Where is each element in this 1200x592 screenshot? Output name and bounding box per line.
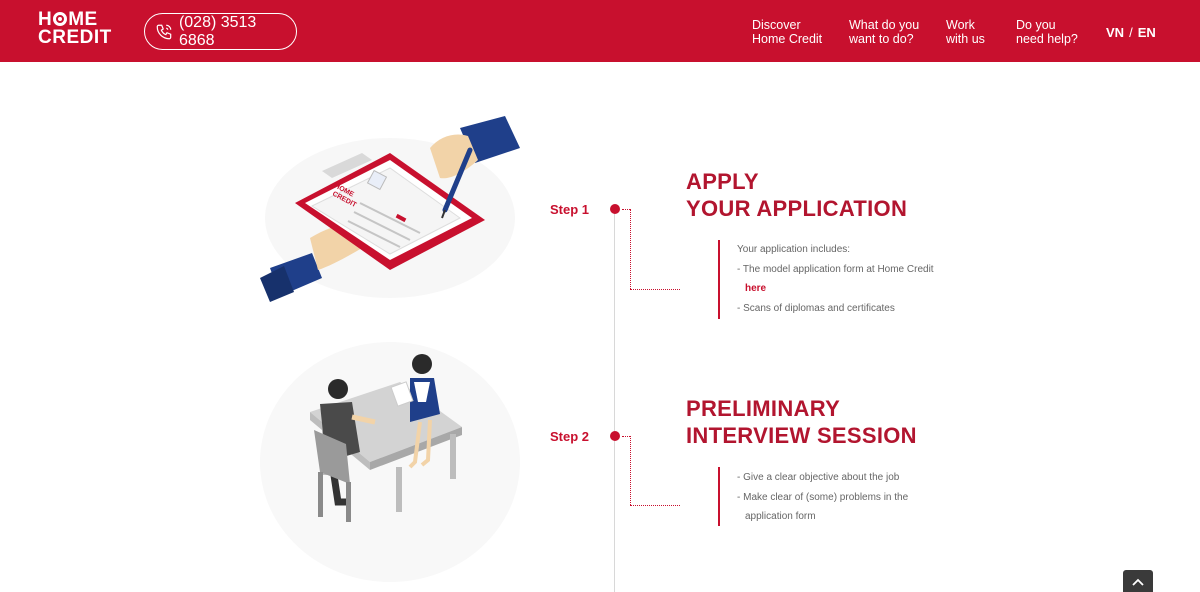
nav-discover-line2: Home Credit [752,32,823,46]
nav-help-line1: Do you [1016,18,1056,32]
step-2-title-line2: INTERVIEW SESSION [686,423,917,448]
step-2-connector-vertical [630,436,631,505]
step-1-item-1: - The model application form at Home Cre… [737,263,934,275]
scroll-to-top-button[interactable] [1123,570,1153,592]
step-2-accent-bar [718,467,720,526]
lang-separator: / [1129,25,1133,40]
nav-what-line2: want to do? [849,32,914,46]
step-2-title-line1: PRELIMINARY [686,396,841,421]
nav-need-help[interactable]: Do you need help? [1016,18,1078,46]
chevron-up-icon [1132,578,1144,586]
step-1-dot [610,204,620,214]
nav-what-to-do[interactable]: What do you want to do? [849,18,919,46]
site-header: H ME CREDIT (028) 3513 6868 Discover Home… [0,0,1200,62]
application-form-link[interactable]: here [745,283,766,294]
step-1-description: Your application includes: - The model a… [737,240,977,318]
logo-line-2: CREDIT [38,27,112,48]
step-2-connector-stub [622,436,630,437]
application-form-illustration: HOME CREDIT [260,116,520,302]
phone-button[interactable]: (028) 3513 6868 [144,13,297,50]
step-1-accent-bar [718,240,720,319]
lang-en[interactable]: EN [1138,25,1156,40]
nav-discover-line1: Discover [752,18,801,32]
step-1-title-line2: YOUR APPLICATION [686,196,908,221]
step-1-connector-stub [622,209,630,210]
step-1-title: APPLY YOUR APPLICATION [686,168,907,222]
step-1-label: Step 1 [550,202,590,217]
step-2-item-1: - Give a clear objective about the job [737,472,900,483]
nav-work-line2: with us [946,32,985,46]
timeline-line [614,209,615,592]
step-2-dot [610,431,620,441]
step-2-item-2: - Make clear of (some) problems in the [737,491,909,503]
step-2-description: - Give a clear objective about the job -… [737,468,977,527]
step-1-item-2: - Scans of diplomas and certificates [737,302,895,314]
nav-work-with-us[interactable]: Work with us [946,18,985,46]
nav-work-line1: Work [946,18,975,32]
step-1-intro: Your application includes: [737,244,851,255]
step-2-connector-horizontal [630,505,680,506]
phone-number: (028) 3513 6868 [178,13,257,49]
phone-icon [156,24,172,39]
step-2-item-2-cont: application form [745,511,816,522]
nav-help-line2: need help? [1016,32,1078,46]
step-1-title-line1: APPLY [686,169,759,194]
home-credit-logo[interactable]: H ME CREDIT [38,10,112,48]
step-2-title: PRELIMINARY INTERVIEW SESSION [686,395,917,449]
interview-illustration [260,342,520,582]
lang-vn[interactable]: VN [1106,25,1124,40]
nav-discover[interactable]: Discover Home Credit [752,18,822,46]
step-1-connector-horizontal [630,289,680,290]
language-switcher: VN / EN [1106,25,1156,40]
step-2-label: Step 2 [550,429,590,444]
nav-what-line1: What do you [849,18,920,32]
step-1-connector-vertical [630,209,631,289]
